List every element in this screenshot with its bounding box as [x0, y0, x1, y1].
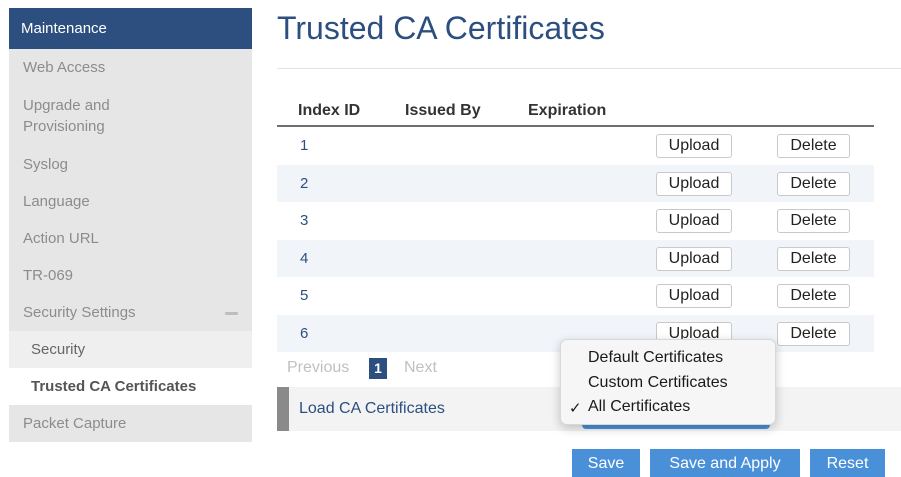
table-row: 2 Upload Delete	[277, 164, 874, 202]
sidebar-item-syslog[interactable]: Syslog	[9, 146, 252, 183]
collapse-minus-icon[interactable]	[225, 312, 238, 315]
row-index-id: 2	[300, 174, 309, 192]
sidebar-item-web-access[interactable]: Web Access	[9, 49, 252, 86]
sidebar-item-action-url[interactable]: Action URL	[9, 220, 252, 257]
page-title: Trusted CA Certificates	[277, 10, 605, 46]
sidebar-items: Web Access Upgrade and Provisioning Sysl…	[9, 49, 252, 442]
sidebar-item-security-settings[interactable]: Security Settings	[9, 294, 252, 331]
sidebar-header-maintenance[interactable]: Maintenance	[9, 8, 252, 49]
reset-button[interactable]: Reset	[810, 449, 885, 477]
dropdown-option-all-certificates[interactable]: All Certificates	[588, 398, 690, 416]
delete-button[interactable]: Delete	[777, 134, 850, 158]
delete-button[interactable]: Delete	[777, 209, 850, 233]
column-header-expiration: Expiration	[528, 102, 607, 119]
sidebar-item-tr-069[interactable]: TR-069	[9, 257, 252, 294]
row-index-id: 4	[300, 249, 309, 267]
delete-button[interactable]: Delete	[777, 321, 850, 346]
row-index-id: 6	[300, 324, 309, 342]
sidebar-subitem-trusted-ca-certificates[interactable]: Trusted CA Certificates	[9, 368, 252, 405]
upload-button[interactable]: Upload	[656, 209, 732, 233]
upload-button[interactable]: Upload	[656, 246, 732, 271]
row-index-id: 3	[300, 212, 309, 229]
pagination-current-page[interactable]: 1	[369, 358, 387, 379]
dropdown-option-custom-certificates[interactable]: Custom Certificates	[588, 374, 728, 392]
pagination-next[interactable]: Next	[404, 359, 437, 377]
sidebar: Maintenance Web Access Upgrade and Provi…	[9, 8, 252, 442]
upload-button[interactable]: Upload	[656, 134, 732, 158]
column-header-index-id: Index ID	[298, 102, 361, 119]
delete-button[interactable]: Delete	[777, 284, 850, 308]
delete-button[interactable]: Delete	[777, 171, 850, 196]
load-ca-dropdown-menu: Default Certificates Custom Certificates…	[560, 339, 776, 425]
certificates-table: Index ID Issued By Expiration 1 Upload D…	[277, 96, 874, 352]
table-row: 3 Upload Delete	[277, 202, 874, 240]
table-row: 1 Upload Delete	[277, 127, 874, 165]
sidebar-item-upgrade-line2: Provisioning	[23, 118, 105, 135]
table-row: 4 Upload Delete	[277, 239, 874, 277]
row-index-id: 1	[300, 137, 309, 154]
sidebar-item-security-settings-label: Security Settings	[23, 304, 136, 321]
sidebar-subitem-security[interactable]: Security	[9, 331, 252, 368]
title-divider	[277, 68, 901, 69]
upload-button[interactable]: Upload	[656, 171, 732, 196]
dropdown-option-default-certificates[interactable]: Default Certificates	[588, 349, 723, 367]
column-header-issued-by: Issued By	[405, 102, 481, 119]
upload-button[interactable]: Upload	[656, 284, 732, 308]
pagination-previous[interactable]: Previous	[287, 359, 349, 377]
save-button[interactable]: Save	[572, 449, 640, 477]
sidebar-item-upgrade-provisioning[interactable]: Upgrade and Provisioning	[9, 86, 252, 146]
save-and-apply-button[interactable]: Save and Apply	[650, 449, 800, 477]
load-ca-label: Load CA Certificates	[299, 400, 445, 417]
table-header: Index ID Issued By Expiration	[277, 96, 874, 127]
sidebar-item-language[interactable]: Language	[9, 183, 252, 220]
checkmark-icon: ✓	[569, 400, 582, 417]
delete-button[interactable]: Delete	[777, 246, 850, 271]
sidebar-item-upgrade-line1: Upgrade and	[23, 97, 110, 114]
row-index-id: 5	[300, 287, 309, 304]
table-row: 5 Upload Delete	[277, 277, 874, 315]
sidebar-item-packet-capture[interactable]: Packet Capture	[9, 405, 252, 442]
app-root: Maintenance Web Access Upgrade and Provi…	[0, 0, 901, 477]
